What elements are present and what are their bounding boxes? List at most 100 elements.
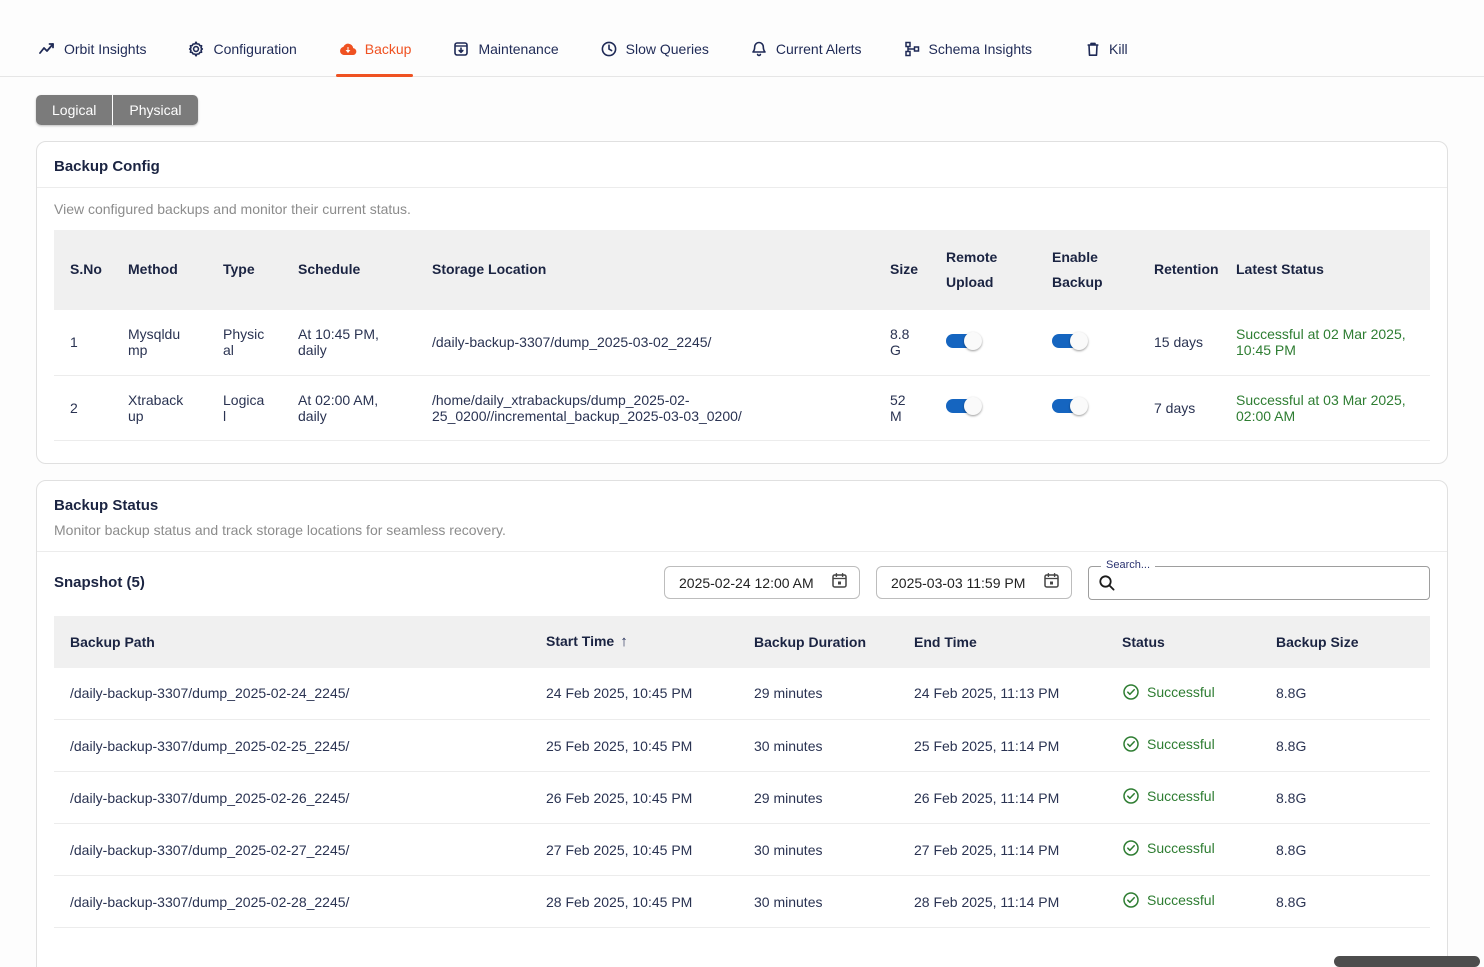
date-to-value: 2025-03-03 11:59 PM [891, 575, 1025, 591]
calendar-icon[interactable] [830, 571, 849, 595]
cell-duration: 29 minutes [738, 772, 898, 824]
cell-schedule: At 02:00 AM, daily [282, 375, 416, 440]
cell-backup-path: /daily-backup-3307/dump_2025-02-24_2245/ [54, 668, 530, 720]
bell-icon [750, 40, 768, 58]
col-remote-upload: Remote Upload [930, 230, 1036, 310]
tab-label: Orbit Insights [64, 41, 146, 57]
remote-upload-toggle[interactable] [946, 331, 982, 351]
tab-schema-insights[interactable]: Schema Insights [901, 36, 1035, 76]
status-row: /daily-backup-3307/dump_2025-02-24_2245/… [54, 668, 1430, 720]
backup-status-card: Backup Status Monitor backup status and … [36, 480, 1448, 967]
cell-retention: 15 days [1138, 310, 1220, 375]
cell-backup-path: /daily-backup-3307/dump_2025-02-28_2245/ [54, 876, 530, 928]
main-tabbar: Orbit Insights Configuration Backup Main… [0, 0, 1484, 77]
tab-backup[interactable]: Backup [336, 36, 414, 76]
date-from-value: 2025-02-24 12:00 AM [679, 575, 814, 591]
status-text: Successful [1147, 892, 1215, 908]
backup-status-title: Backup Status [37, 481, 1447, 518]
cell-backup-path: /daily-backup-3307/dump_2025-02-27_2245/ [54, 824, 530, 876]
config-header-row: S.No Method Type Schedule Storage Locati… [54, 230, 1430, 310]
tab-label: Current Alerts [776, 41, 862, 57]
cell-end-time: 27 Feb 2025, 11:14 PM [898, 824, 1106, 876]
calendar-icon[interactable] [1042, 571, 1061, 595]
sort-asc-arrow-icon: ↑ [620, 633, 628, 650]
col-start-time-sort[interactable]: Start Time ↑ [530, 616, 738, 668]
tab-slow-queries[interactable]: Slow Queries [598, 36, 711, 76]
cell-storage-location: /home/daily_xtrabackups/dump_2025-02-25_… [416, 375, 874, 440]
status-row: /daily-backup-3307/dump_2025-02-28_2245/… [54, 876, 1430, 928]
gear-icon [187, 40, 205, 58]
tab-current-alerts[interactable]: Current Alerts [748, 36, 864, 76]
remote-upload-toggle[interactable] [946, 396, 982, 416]
cell-size: 52M [874, 375, 930, 440]
enable-backup-toggle[interactable] [1052, 331, 1088, 351]
col-backup-size: Backup Size [1260, 616, 1430, 668]
search-input[interactable] [1123, 567, 1421, 599]
col-backup-path: Backup Path [54, 616, 530, 668]
search-field: Search... [1088, 566, 1430, 600]
col-end-time: End Time [898, 616, 1106, 668]
physical-button[interactable]: Physical [112, 95, 197, 125]
check-circle-icon [1122, 839, 1140, 857]
cell-start-time: 24 Feb 2025, 10:45 PM [530, 668, 738, 720]
col-enable-backup: Enable Backup [1036, 230, 1138, 310]
cell-backup-path: /daily-backup-3307/dump_2025-02-26_2245/ [54, 772, 530, 824]
tab-orbit-insights[interactable]: Orbit Insights [36, 36, 148, 76]
logical-button[interactable]: Logical [36, 95, 112, 125]
tab-maintenance[interactable]: Maintenance [450, 36, 560, 76]
cell-start-time: 25 Feb 2025, 10:45 PM [530, 720, 738, 772]
tab-label: Kill [1109, 41, 1128, 57]
status-badge: Successful [1122, 735, 1215, 753]
backup-config-card: Backup Config View configured backups an… [36, 141, 1448, 464]
status-badge: Successful [1122, 839, 1215, 857]
tab-label: Maintenance [478, 41, 558, 57]
search-floating-label: Search... [1101, 559, 1155, 571]
snapshot-count-label: Snapshot (5) [54, 574, 145, 591]
search-icon [1097, 573, 1117, 593]
cell-method: Xtrabackup [112, 375, 207, 440]
cloud-backup-icon [338, 40, 357, 58]
status-text: Successful [1147, 840, 1215, 856]
date-from-picker[interactable]: 2025-02-24 12:00 AM [664, 566, 860, 599]
date-to-picker[interactable]: 2025-03-03 11:59 PM [876, 566, 1072, 599]
status-header-row: Backup Path Start Time↑ Backup Duration … [54, 616, 1430, 668]
backup-config-title: Backup Config [37, 142, 1447, 187]
enable-backup-toggle[interactable] [1052, 396, 1088, 416]
col-storage-location: Storage Location [416, 230, 874, 310]
cell-backup-size: 8.8G [1260, 772, 1430, 824]
cell-size: 8.8G [874, 310, 930, 375]
status-badge: Successful [1122, 891, 1215, 909]
backup-config-subtitle: View configured backups and monitor thei… [37, 188, 1447, 230]
cell-retention: 7 days [1138, 375, 1220, 440]
cell-duration: 30 minutes [738, 824, 898, 876]
trending-up-icon [38, 40, 56, 58]
backup-status-table: Backup Path Start Time↑ Backup Duration … [54, 616, 1430, 929]
cell-sno: 2 [54, 375, 112, 440]
status-row: /daily-backup-3307/dump_2025-02-27_2245/… [54, 824, 1430, 876]
col-schedule: Schedule [282, 230, 416, 310]
toggle-thumb [1070, 332, 1088, 350]
toggle-thumb [964, 332, 982, 350]
status-badge: Successful [1122, 787, 1215, 805]
horizontal-scrollbar-thumb[interactable] [1334, 956, 1480, 967]
status-text: Successful [1147, 684, 1215, 700]
trash-icon [1085, 40, 1101, 58]
backup-mode-toggle: Logical Physical [36, 95, 198, 125]
tab-kill[interactable]: Kill [1083, 36, 1130, 76]
status-row: /daily-backup-3307/dump_2025-02-25_2245/… [54, 720, 1430, 772]
status-row: /daily-backup-3307/dump_2025-02-26_2245/… [54, 772, 1430, 824]
col-size: Size [874, 230, 930, 310]
cell-duration: 30 minutes [738, 720, 898, 772]
status-badge: Successful [1122, 683, 1215, 701]
tab-configuration[interactable]: Configuration [185, 36, 298, 76]
config-row: 2 Xtrabackup Logical At 02:00 AM, daily … [54, 375, 1430, 440]
cell-end-time: 26 Feb 2025, 11:14 PM [898, 772, 1106, 824]
schema-icon [903, 40, 921, 58]
check-circle-icon [1122, 683, 1140, 701]
status-filter-row: Snapshot (5) 2025-02-24 12:00 AM 2025-03… [37, 552, 1447, 616]
col-start-time-label: Start Time [546, 633, 614, 649]
cell-backup-size: 8.8G [1260, 668, 1430, 720]
status-text: Successful [1147, 736, 1215, 752]
backup-status-subtitle: Monitor backup status and track storage … [37, 518, 1447, 551]
cell-latest-status: Successful at 02 Mar 2025, 10:45 PM [1220, 310, 1430, 375]
